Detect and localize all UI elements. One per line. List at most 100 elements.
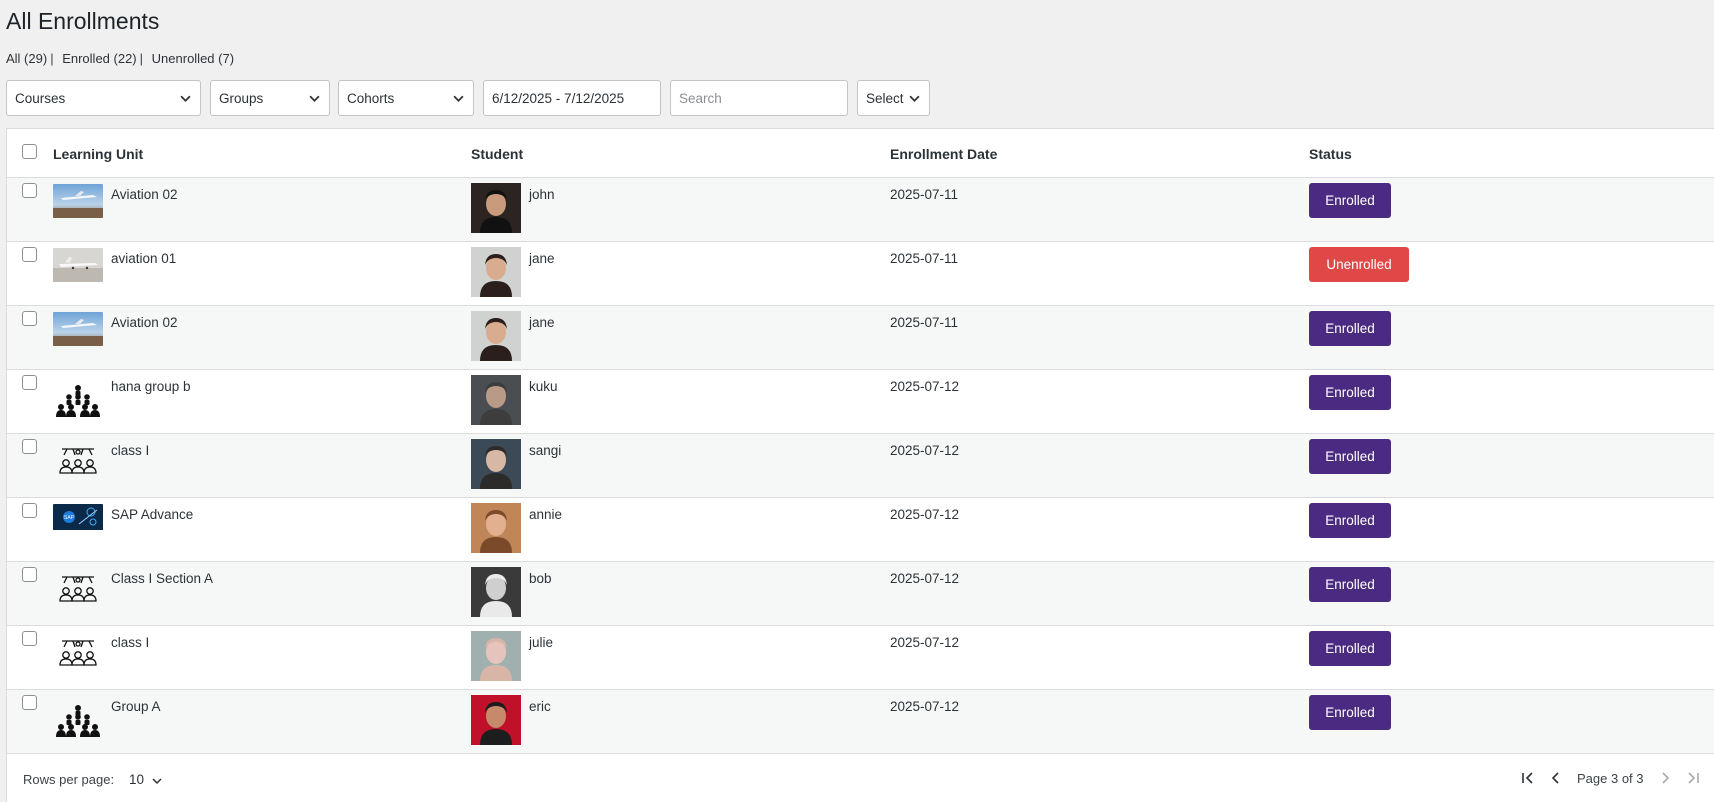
bulk-action-select[interactable]: Select	[857, 80, 930, 116]
status-badge[interactable]: Enrolled	[1309, 375, 1391, 410]
separator: |	[139, 51, 144, 66]
row-checkbox[interactable]	[22, 631, 37, 646]
status-badge[interactable]: Enrolled	[1309, 439, 1391, 474]
student-name[interactable]: julie	[529, 635, 553, 650]
table-row: SAP SAP Advance annie 2025-07-12 Enrolled	[7, 498, 1714, 562]
view-all-link[interactable]: All (29)	[6, 51, 47, 66]
learning-unit-name[interactable]: Aviation 02	[111, 315, 178, 330]
groups-select-label: Groups	[219, 90, 264, 106]
status-badge[interactable]: Enrolled	[1309, 631, 1391, 666]
next-page-icon[interactable]	[1656, 769, 1674, 787]
learning-unit-name[interactable]: Group A	[111, 699, 161, 714]
learning-unit-name[interactable]: Aviation 02	[111, 187, 178, 202]
plane-photo-1-icon	[53, 248, 103, 282]
status-badge[interactable]: Enrolled	[1309, 503, 1391, 538]
status-badge[interactable]: Enrolled	[1309, 567, 1391, 602]
table-row: Class I Section A bob 2025-07-12 Enrolled	[7, 562, 1714, 626]
row-checkbox[interactable]	[22, 695, 37, 710]
table-row: aviation 01 jane 2025-07-11 Unenrolled	[7, 242, 1714, 306]
table-footer: Rows per page: 10 Page 3 of 3	[7, 756, 1714, 802]
table-header: Learning Unit Student Enrollment Date St…	[7, 129, 1714, 178]
view-enrolled-link[interactable]: Enrolled (22)	[62, 51, 136, 66]
student-name[interactable]: jane	[529, 251, 555, 266]
cohort-icon	[53, 446, 103, 482]
chevron-down-icon	[909, 95, 920, 102]
student-name[interactable]: annie	[529, 507, 562, 522]
column-header-enrollment-date[interactable]: Enrollment Date	[890, 146, 997, 162]
chevron-down-icon	[180, 95, 191, 102]
student-avatar	[471, 183, 521, 233]
column-header-status[interactable]: Status	[1309, 146, 1352, 162]
student-name[interactable]: bob	[529, 571, 552, 586]
column-header-student[interactable]: Student	[471, 146, 523, 162]
separator: |	[50, 51, 54, 66]
search-input[interactable]: Search	[670, 80, 848, 116]
view-unenrolled-link[interactable]: Unenrolled (7)	[152, 51, 234, 66]
enrollment-date: 2025-07-12	[890, 571, 960, 586]
date-range-value: 6/12/2025 - 7/12/2025	[492, 90, 625, 106]
status-badge[interactable]: Unenrolled	[1309, 247, 1409, 282]
student-avatar	[471, 631, 521, 681]
enrollment-date: 2025-07-12	[890, 379, 960, 394]
learning-unit-name[interactable]: class I	[111, 635, 149, 650]
enrollment-date: 2025-07-11	[890, 251, 959, 266]
search-placeholder: Search	[679, 90, 722, 106]
table-row: Aviation 02 jane 2025-07-11 Enrolled	[7, 306, 1714, 370]
plane-photo-2-icon	[53, 184, 103, 218]
student-name[interactable]: sangi	[529, 443, 561, 458]
courses-select[interactable]: Courses	[6, 80, 201, 116]
row-checkbox[interactable]	[22, 567, 37, 582]
table-row: Group A eric 2025-07-12 Enrolled	[7, 690, 1714, 754]
column-header-learning-unit[interactable]: Learning Unit	[53, 146, 143, 162]
learning-unit-name[interactable]: SAP Advance	[111, 507, 193, 522]
svg-text:SAP: SAP	[64, 515, 75, 521]
enrollment-date: 2025-07-11	[890, 315, 959, 330]
chevron-down-icon	[453, 95, 464, 102]
status-badge[interactable]: Enrolled	[1309, 695, 1391, 730]
student-avatar	[471, 375, 521, 425]
enrollment-date: 2025-07-12	[890, 507, 960, 522]
learning-unit-name[interactable]: hana group b	[111, 379, 191, 394]
student-name[interactable]: kuku	[529, 379, 558, 394]
status-badge[interactable]: Enrolled	[1309, 183, 1391, 218]
student-avatar	[471, 311, 521, 361]
row-checkbox[interactable]	[22, 375, 37, 390]
student-avatar	[471, 695, 521, 745]
cohorts-select[interactable]: Cohorts	[338, 80, 474, 116]
status-badge[interactable]: Enrolled	[1309, 311, 1391, 346]
last-page-icon[interactable]	[1684, 769, 1702, 787]
bulk-action-label: Select	[866, 90, 904, 106]
learning-unit-name[interactable]: class I	[111, 443, 149, 458]
first-page-icon[interactable]	[1519, 769, 1537, 787]
row-checkbox[interactable]	[22, 503, 37, 518]
learning-unit-name[interactable]: Class I Section A	[111, 571, 213, 586]
student-avatar	[471, 503, 521, 553]
chevron-down-icon	[309, 95, 320, 102]
group-icon	[53, 702, 103, 738]
chevron-down-icon[interactable]	[152, 776, 162, 786]
cohort-icon	[53, 574, 103, 610]
select-all-checkbox[interactable]	[22, 144, 37, 159]
rows-per-page-label: Rows per page:	[23, 772, 115, 787]
date-range-input[interactable]: 6/12/2025 - 7/12/2025	[483, 80, 661, 116]
groups-select[interactable]: Groups	[210, 80, 330, 116]
row-checkbox[interactable]	[22, 183, 37, 198]
enrollments-table: Learning Unit Student Enrollment Date St…	[6, 128, 1714, 802]
student-name[interactable]: john	[529, 187, 555, 202]
group-icon	[53, 382, 103, 418]
table-row: hana group b kuku 2025-07-12 Enrolled	[7, 370, 1714, 434]
enrollment-date: 2025-07-11	[890, 187, 959, 202]
table-row: class I julie 2025-07-12 Enrolled	[7, 626, 1714, 690]
sap-photo-icon: SAP	[53, 504, 103, 538]
row-checkbox[interactable]	[22, 311, 37, 326]
learning-unit-name[interactable]: aviation 01	[111, 251, 176, 266]
cohort-icon	[53, 638, 103, 674]
rows-per-page-select[interactable]: 10	[129, 772, 144, 787]
enrollment-date: 2025-07-12	[890, 443, 960, 458]
cohorts-select-label: Cohorts	[347, 90, 395, 106]
row-checkbox[interactable]	[22, 247, 37, 262]
student-name[interactable]: eric	[529, 699, 551, 714]
student-name[interactable]: jane	[529, 315, 555, 330]
row-checkbox[interactable]	[22, 439, 37, 454]
previous-page-icon[interactable]	[1547, 769, 1565, 787]
